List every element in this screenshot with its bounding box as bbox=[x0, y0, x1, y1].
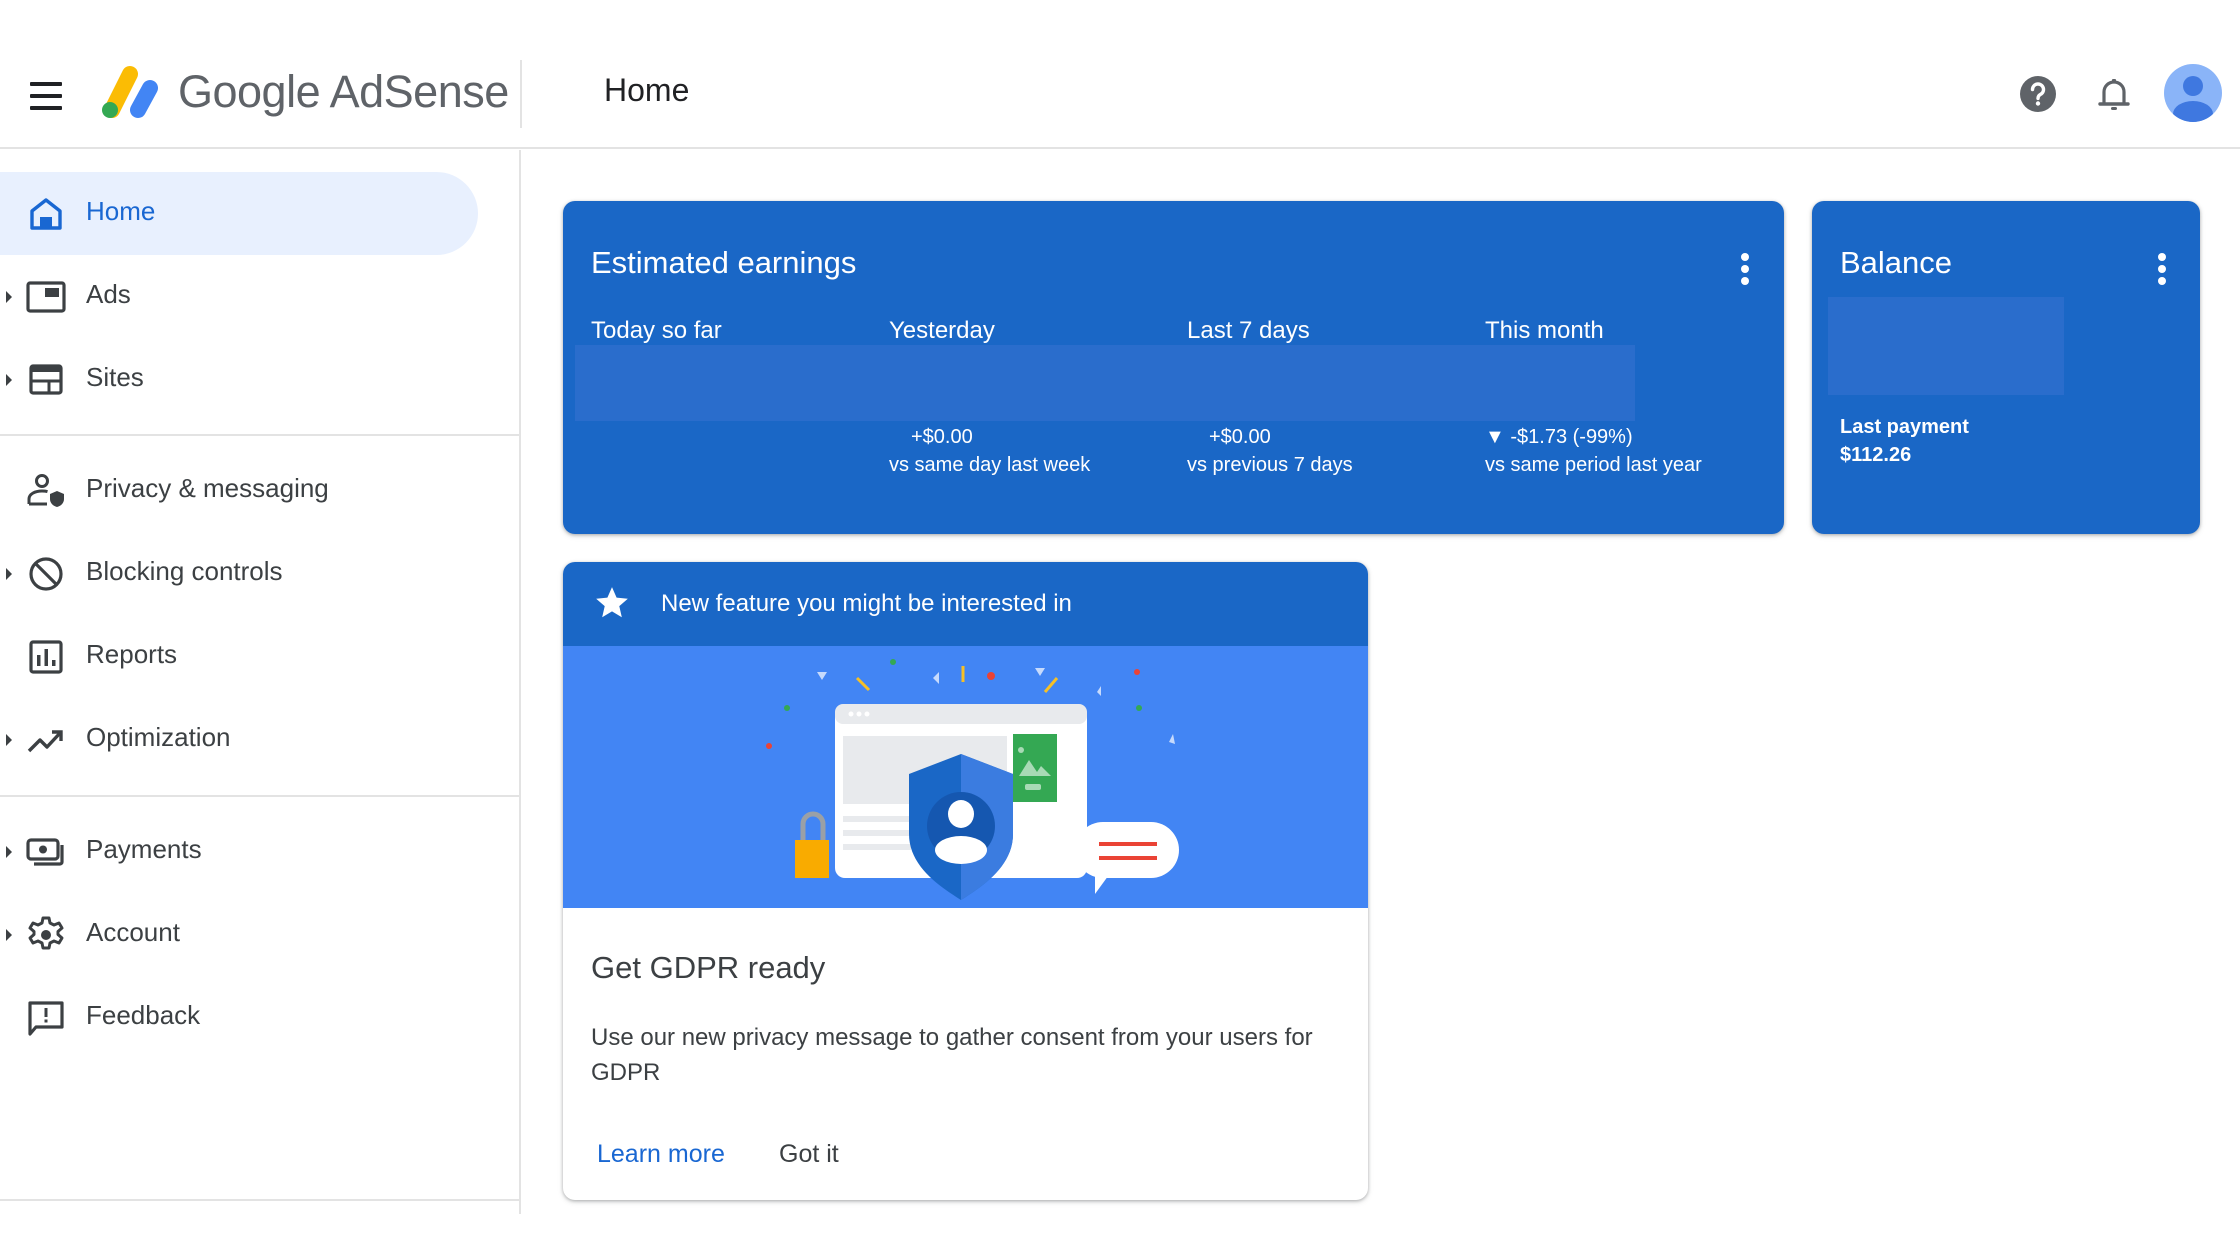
block-icon bbox=[29, 557, 63, 591]
sidebar-item-payments[interactable]: Payments bbox=[0, 810, 478, 893]
sidebar-item-sites[interactable]: Sites bbox=[0, 338, 478, 421]
expand-caret-icon[interactable] bbox=[6, 374, 12, 386]
sidebar-item-label: Blocking controls bbox=[86, 556, 283, 586]
feature-title: Get GDPR ready bbox=[591, 950, 826, 985]
home-icon bbox=[30, 198, 62, 230]
sidebar-nav: Home Ads Sites Privacy & messaging Block… bbox=[0, 150, 521, 1214]
earnings-values-redacted bbox=[575, 345, 1635, 421]
main-menu-button[interactable] bbox=[26, 76, 66, 116]
payments-icon bbox=[26, 838, 64, 866]
last-payment-label: Last payment bbox=[1840, 416, 1969, 438]
sidebar-item-reports[interactable]: Reports bbox=[0, 615, 478, 698]
change-amount: ▼ -$1.73 (-99%) bbox=[1485, 426, 1633, 448]
page-title: Home bbox=[604, 72, 690, 108]
expand-caret-icon[interactable] bbox=[6, 291, 12, 303]
card-title: Estimated earnings bbox=[591, 245, 857, 280]
bell-icon[interactable] bbox=[2090, 70, 2138, 118]
more-vert-icon-dot bbox=[1741, 277, 1749, 285]
help-circle-icon[interactable] bbox=[2014, 70, 2062, 118]
sidebar-item-privacy-messaging[interactable]: Privacy & messaging bbox=[0, 449, 478, 532]
earnings-change-last-7-days: +$0.00 vs previous 7 days bbox=[1187, 423, 1353, 479]
change-comparison: vs previous 7 days bbox=[1187, 454, 1353, 476]
sidebar-item-feedback[interactable]: Feedback bbox=[0, 976, 478, 1059]
sidebar-item-label: Payments bbox=[86, 834, 202, 864]
feedback-icon bbox=[28, 1001, 64, 1036]
change-amount: +$0.00 bbox=[911, 426, 973, 448]
earnings-change-yesterday: +$0.00 vs same day last week bbox=[889, 423, 1090, 479]
more-vert-icon-dot bbox=[2158, 265, 2166, 273]
change-amount: +$0.00 bbox=[1209, 426, 1271, 448]
hamburger-menu-icon-bar bbox=[30, 94, 62, 98]
got-it-button[interactable]: Got it bbox=[779, 1140, 839, 1169]
sidebar-divider bbox=[0, 434, 520, 436]
adsense-logo-icon bbox=[102, 66, 158, 118]
last-payment-value: $112.26 bbox=[1840, 444, 1912, 466]
balance-card[interactable]: Balance Last payment $112.26 bbox=[1812, 201, 2200, 534]
more-vert-icon bbox=[1741, 253, 1749, 261]
account-avatar-icon bbox=[2173, 76, 2213, 122]
sidebar-item-account[interactable]: Account bbox=[0, 893, 478, 976]
sidebar-item-label: Privacy & messaging bbox=[86, 473, 329, 503]
header-divider bbox=[520, 60, 522, 128]
last-payment: Last payment $112.26 bbox=[1840, 413, 1969, 469]
ads-icon bbox=[26, 281, 66, 313]
change-comparison: vs same period last year bbox=[1485, 454, 1702, 476]
hamburger-menu-icon bbox=[30, 82, 62, 86]
sidebar-divider bbox=[0, 1199, 520, 1201]
feature-card-header: New feature you might be interested in bbox=[563, 562, 1368, 646]
account-avatar-button[interactable] bbox=[2164, 64, 2222, 122]
star-icon bbox=[596, 587, 628, 618]
expand-caret-icon[interactable] bbox=[6, 734, 12, 746]
balance-value-redacted bbox=[1828, 297, 2064, 395]
sidebar-item-ads[interactable]: Ads bbox=[0, 255, 478, 338]
expand-caret-icon[interactable] bbox=[6, 846, 12, 858]
more-vert-icon-dot bbox=[1741, 265, 1749, 273]
sidebar-item-label: Home bbox=[86, 196, 156, 226]
trending-up-icon bbox=[27, 730, 63, 753]
sites-icon bbox=[29, 364, 63, 395]
earnings-period-last-7-days: Last 7 days bbox=[1187, 317, 1310, 344]
feature-description: Use our new privacy message to gather co… bbox=[591, 1024, 1313, 1086]
gdpr-illustration bbox=[563, 646, 1368, 908]
sidebar-item-optimization[interactable]: Optimization bbox=[0, 698, 478, 781]
earnings-change-this-month: ▼ -$1.73 (-99%) vs same period last year bbox=[1485, 423, 1702, 479]
gear-icon bbox=[28, 916, 64, 950]
earnings-period-today: Today so far bbox=[591, 317, 722, 344]
bar-chart-icon bbox=[29, 640, 63, 674]
more-vert-icon-dot bbox=[2158, 277, 2166, 285]
expand-caret-icon[interactable] bbox=[6, 568, 12, 580]
sidebar-item-label: Sites bbox=[86, 362, 144, 392]
change-comparison: vs same day last week bbox=[889, 454, 1091, 476]
privacy-user-shield-icon bbox=[27, 474, 64, 507]
sidebar-item-home[interactable]: Home bbox=[0, 172, 478, 255]
sidebar-item-label: Optimization bbox=[86, 722, 231, 752]
learn-more-button[interactable]: Learn more bbox=[597, 1140, 725, 1169]
gdpr-privacy-illustration-icon bbox=[766, 659, 1179, 900]
more-options-button[interactable] bbox=[1733, 249, 1757, 289]
hamburger-menu-icon-bar bbox=[30, 106, 62, 110]
sidebar-divider bbox=[0, 795, 520, 797]
sidebar-item-label: Feedback bbox=[86, 1000, 201, 1030]
product-name[interactable]: Google AdSense bbox=[178, 66, 509, 118]
sidebar-item-blocking-controls[interactable]: Blocking controls bbox=[0, 532, 478, 615]
estimated-earnings-card[interactable]: Estimated earnings Today so far Yesterda… bbox=[563, 201, 1784, 534]
earnings-period-this-month: This month bbox=[1485, 317, 1604, 344]
new-feature-card: New feature you might be interested in G… bbox=[563, 562, 1368, 1200]
more-vert-icon bbox=[2158, 253, 2166, 261]
top-app-bar: Google AdSense Home bbox=[0, 0, 2240, 149]
expand-caret-icon[interactable] bbox=[6, 929, 12, 941]
more-options-button[interactable] bbox=[2150, 249, 2174, 289]
sidebar-item-label: Ads bbox=[86, 279, 131, 309]
feature-card-header-text: New feature you might be interested in bbox=[661, 590, 1072, 617]
sidebar-item-label: Reports bbox=[86, 639, 178, 669]
card-title: Balance bbox=[1840, 245, 1953, 280]
earnings-period-yesterday: Yesterday bbox=[889, 317, 995, 344]
sidebar-item-label: Account bbox=[86, 917, 180, 947]
